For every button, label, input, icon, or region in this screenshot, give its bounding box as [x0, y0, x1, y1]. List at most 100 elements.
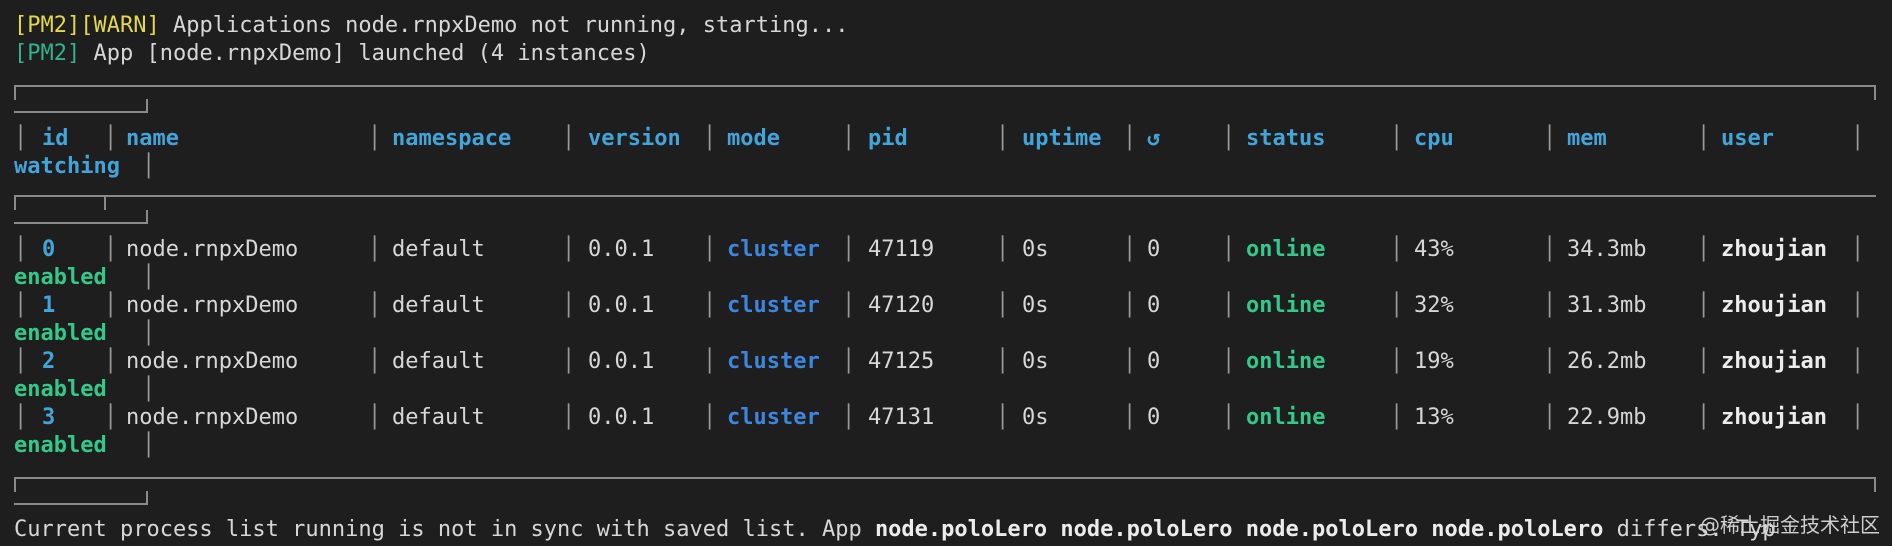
column-divider: │: [842, 237, 856, 262]
column-divider: │: [1851, 293, 1865, 318]
header-name: name: [126, 126, 179, 151]
row-user: zhoujian: [1721, 349, 1827, 374]
row-cpu: 19%: [1414, 349, 1454, 374]
row-mode: cluster: [727, 237, 820, 262]
column-divider: │: [1390, 237, 1404, 262]
column-divider: │: [14, 237, 28, 262]
row-restarts: 0: [1147, 293, 1161, 318]
row-mode: cluster: [727, 405, 820, 430]
row-user: zhoujian: [1721, 405, 1827, 430]
column-divider: │: [104, 237, 118, 262]
header-mem: mem: [1567, 126, 1607, 151]
column-divider: │: [1123, 293, 1137, 318]
row-watching: enabled: [14, 321, 107, 346]
row-version: 0.0.1: [588, 293, 655, 318]
header-user: user: [1721, 126, 1774, 151]
row-watching: enabled: [14, 433, 107, 458]
column-divider: │: [1697, 293, 1711, 318]
row-name: node.rnpxDemo: [126, 405, 299, 430]
column-divider: │: [842, 405, 856, 430]
row-namespace: default: [392, 405, 485, 430]
row-id: 0: [42, 237, 56, 262]
sync-warning: Current process list running is not in s…: [14, 517, 1776, 542]
column-divider: │: [142, 321, 156, 346]
column-divider: │: [1697, 405, 1711, 430]
row-id: 2: [42, 349, 56, 374]
column-divider: │: [562, 349, 576, 374]
row-pid: 47120: [868, 293, 935, 318]
column-divider: │: [842, 293, 856, 318]
row-restarts: 0: [1147, 237, 1161, 262]
column-divider: │: [1123, 237, 1137, 262]
column-divider: │: [703, 349, 717, 374]
row-mem: 22.9mb: [1567, 405, 1647, 430]
column-divider: │: [1697, 237, 1711, 262]
row-mem: 26.2mb: [1567, 349, 1647, 374]
column-divider: │: [1222, 237, 1236, 262]
row-restarts: 0: [1147, 405, 1161, 430]
column-divider: │: [368, 349, 382, 374]
column-divider: │: [104, 405, 118, 430]
column-divider: │: [562, 237, 576, 262]
row-status: online: [1246, 349, 1326, 374]
row-namespace: default: [392, 293, 485, 318]
column-divider: │: [1390, 349, 1404, 374]
row-cpu: 32%: [1414, 293, 1454, 318]
row-cpu: 43%: [1414, 237, 1454, 262]
row-mem: 31.3mb: [1567, 293, 1647, 318]
column-divider: │: [14, 405, 28, 430]
column-divider: │: [142, 265, 156, 290]
row-mem: 34.3mb: [1567, 237, 1647, 262]
column-divider: │: [104, 293, 118, 318]
row-id: 3: [42, 405, 56, 430]
header-version: version: [588, 126, 681, 151]
column-divider: │: [1543, 405, 1557, 430]
row-mode: cluster: [727, 349, 820, 374]
column-divider: │: [1851, 405, 1865, 430]
header-status: status: [1246, 126, 1326, 151]
row-namespace: default: [392, 237, 485, 262]
column-divider: │: [996, 293, 1010, 318]
watermark: @稀土掘金技术社区: [1700, 513, 1880, 537]
table-bottom-border: [14, 477, 1876, 479]
column-divider: │: [562, 293, 576, 318]
header-mode: mode: [727, 126, 780, 151]
column-divider: │: [142, 377, 156, 402]
row-uptime: 0s: [1022, 237, 1049, 262]
column-divider: │: [1851, 349, 1865, 374]
row-version: 0.0.1: [588, 405, 655, 430]
column-divider: │: [1543, 349, 1557, 374]
header-uptime: uptime: [1022, 126, 1102, 151]
row-user: zhoujian: [1721, 237, 1827, 262]
header-cpu: cpu: [1414, 126, 1454, 151]
row-pid: 47119: [868, 237, 935, 262]
table-short-border: [14, 111, 148, 113]
column-divider: │: [142, 433, 156, 458]
row-version: 0.0.1: [588, 237, 655, 262]
column-divider: │: [1697, 349, 1711, 374]
column-divider: │: [996, 349, 1010, 374]
row-name: node.rnpxDemo: [126, 293, 299, 318]
column-divider: │: [1390, 293, 1404, 318]
header-namespace: namespace: [392, 126, 512, 151]
column-divider: │: [842, 349, 856, 374]
warn-message: [PM2][WARN] Applications node.rnpxDemo n…: [14, 13, 849, 38]
column-divider: │: [368, 405, 382, 430]
row-name: node.rnpxDemo: [126, 237, 299, 262]
row-id: 1: [42, 293, 56, 318]
row-uptime: 0s: [1022, 349, 1049, 374]
row-pid: 47131: [868, 405, 935, 430]
column-divider: │: [1851, 237, 1865, 262]
header-pid: pid: [868, 126, 908, 151]
column-divider: │: [703, 293, 717, 318]
column-divider: │: [703, 237, 717, 262]
column-divider: │: [1222, 349, 1236, 374]
row-name: node.rnpxDemo: [126, 349, 299, 374]
row-version: 0.0.1: [588, 349, 655, 374]
row-namespace: default: [392, 349, 485, 374]
column-divider: │: [368, 237, 382, 262]
column-divider: │: [1543, 293, 1557, 318]
header-watching: watching: [14, 154, 120, 179]
column-divider: │: [996, 237, 1010, 262]
column-divider: │: [562, 405, 576, 430]
